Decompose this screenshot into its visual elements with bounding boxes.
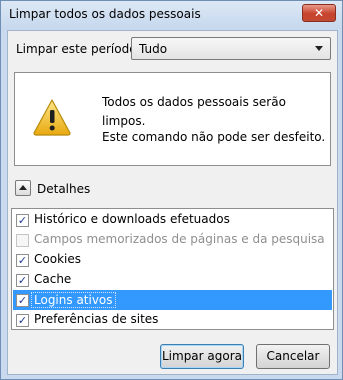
period-label: Limpar este período: <box>16 42 141 56</box>
details-checklist: ✓ Histórico e downloads efetuados Campos… <box>11 208 334 330</box>
checkbox[interactable]: ✓ <box>16 294 29 307</box>
window-title: Limpar todos os dados pessoais <box>9 7 201 21</box>
dialog-content: Limpar este período: Tudo Todos os dados… <box>7 30 338 375</box>
list-item-label: Cookies <box>34 252 81 266</box>
checkbox <box>16 234 29 247</box>
list-item: Campos memorizados de páginas e da pesqu… <box>13 230 332 250</box>
chevron-down-icon <box>315 46 323 51</box>
close-icon: ✕ <box>313 6 325 20</box>
warning-panel: Todos os dados pessoais serão limpos. Es… <box>14 72 331 166</box>
list-item[interactable]: ✓ Cookies <box>13 250 332 270</box>
warning-message: Todos os dados pessoais serão limpos. <box>102 95 286 128</box>
clear-now-button[interactable]: Limpar agora <box>160 344 244 369</box>
chevron-up-icon <box>19 185 27 190</box>
warning-icon <box>33 99 71 136</box>
close-button[interactable]: ✕ <box>302 4 336 22</box>
list-item-label: Cache <box>34 272 72 286</box>
list-item-label: Histórico e downloads efetuados <box>34 212 230 226</box>
checkbox[interactable]: ✓ <box>16 254 29 267</box>
checkbox[interactable]: ✓ <box>16 274 29 287</box>
list-item-label: Logins ativos <box>31 292 116 308</box>
list-item[interactable]: ✓ Logins ativos <box>13 290 332 310</box>
warning-undo-notice: Este comando não pode ser desfeito. <box>102 130 326 144</box>
period-selected-value: Tudo <box>139 42 168 56</box>
list-item-label: Campos memorizados de páginas e da pesqu… <box>34 232 325 246</box>
dialog-window: Limpar todos os dados pessoais ✕ Limpar … <box>0 0 343 380</box>
details-toggle-button[interactable] <box>15 180 31 196</box>
title-bar[interactable]: Limpar todos os dados pessoais ✕ <box>1 1 342 29</box>
list-item-label: Preferências de sites <box>34 312 159 326</box>
list-item[interactable]: ✓ Cache <box>13 270 332 290</box>
list-item[interactable]: ✓ Preferências de sites <box>13 310 332 330</box>
period-select[interactable]: Tudo <box>131 37 331 60</box>
details-label[interactable]: Detalhes <box>37 182 90 196</box>
checkbox[interactable]: ✓ <box>16 214 29 227</box>
list-item[interactable]: ✓ Histórico e downloads efetuados <box>13 210 332 230</box>
cancel-button[interactable]: Cancelar <box>256 344 330 369</box>
checkbox[interactable]: ✓ <box>16 314 29 327</box>
